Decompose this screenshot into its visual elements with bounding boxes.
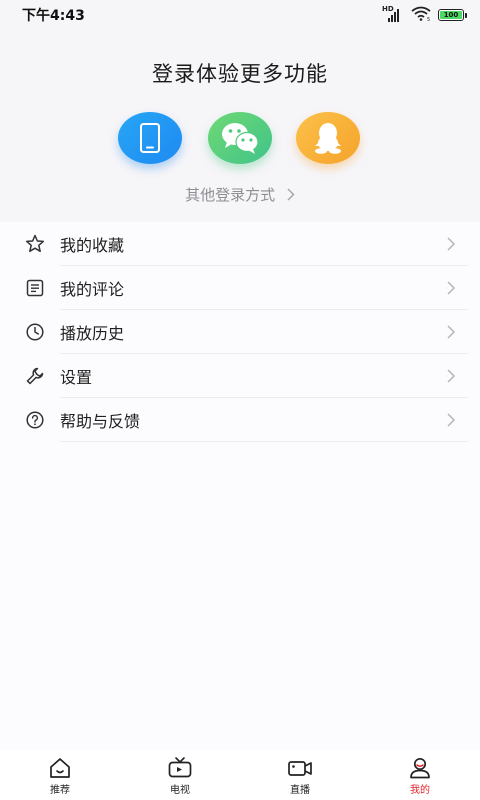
star-icon: [25, 234, 45, 253]
profile-icon: [410, 757, 430, 779]
menu-item-history[interactable]: 播放历史: [0, 310, 480, 354]
other-login-link[interactable]: 其他登录方式: [0, 184, 480, 205]
status-bar: 下午4:43 HD 5 100: [0, 0, 480, 30]
battery-level: 100: [443, 11, 459, 19]
wechat-icon: [222, 123, 259, 154]
menu-list: 我的收藏 我的评论 播放历史 设置 帮助与反馈: [0, 222, 480, 442]
login-title: 登录体验更多功能: [152, 62, 328, 86]
menu-item-label: 帮助与反馈: [60, 412, 141, 431]
home-icon: [50, 758, 70, 778]
chevron-right-icon: [447, 281, 456, 295]
nav-label: 直播: [290, 785, 310, 796]
wifi-icon: 5: [410, 5, 432, 25]
chevron-right-icon: [447, 325, 456, 339]
battery-icon: 100: [438, 9, 467, 21]
bottom-nav: 推荐 电视 直播 我的: [0, 750, 480, 800]
signal-icon: HD: [382, 5, 404, 23]
nav-tab-mine[interactable]: 我的: [360, 750, 480, 800]
menu-item-settings[interactable]: 设置: [0, 354, 480, 398]
chevron-right-icon: [447, 413, 456, 427]
menu-item-help[interactable]: 帮助与反馈: [0, 398, 480, 442]
chevron-right-icon: [447, 237, 456, 251]
tv-icon: [168, 757, 192, 778]
nav-tab-live[interactable]: 直播: [240, 750, 360, 800]
nav-label: 我的: [410, 785, 430, 796]
nav-tab-recommend[interactable]: 推荐: [0, 750, 120, 800]
hd-label: HD: [382, 5, 394, 13]
phone-login-button[interactable]: [118, 112, 182, 164]
comment-icon: [26, 279, 44, 297]
login-panel: 登录体验更多功能 其他登录方式: [0, 30, 480, 222]
nav-label: 推荐: [50, 785, 70, 796]
nav-label: 电视: [170, 785, 190, 796]
menu-item-label: 设置: [60, 368, 93, 387]
chevron-right-icon: [281, 186, 295, 204]
wrench-icon: [26, 367, 44, 385]
menu-item-label: 我的收藏: [60, 236, 125, 255]
divider: [60, 441, 468, 442]
nav-tab-tv[interactable]: 电视: [120, 750, 240, 800]
camera-icon: [288, 761, 312, 776]
wechat-login-button[interactable]: [208, 112, 272, 164]
status-icons: HD 5 100: [382, 5, 467, 25]
menu-item-label: 我的评论: [60, 280, 125, 299]
menu-item-comments[interactable]: 我的评论: [0, 266, 480, 310]
other-login-label: 其他登录方式: [185, 186, 276, 204]
menu-item-favorites[interactable]: 我的收藏: [0, 222, 480, 266]
chevron-right-icon: [447, 369, 456, 383]
qq-login-button[interactable]: [296, 112, 360, 164]
svg-text:5: 5: [427, 17, 430, 21]
qq-icon: [315, 123, 341, 154]
phone-icon: [140, 123, 160, 153]
clock-icon: [26, 323, 44, 341]
help-icon: [26, 411, 44, 429]
status-time: 下午4:43: [22, 8, 85, 24]
menu-item-label: 播放历史: [60, 324, 125, 343]
